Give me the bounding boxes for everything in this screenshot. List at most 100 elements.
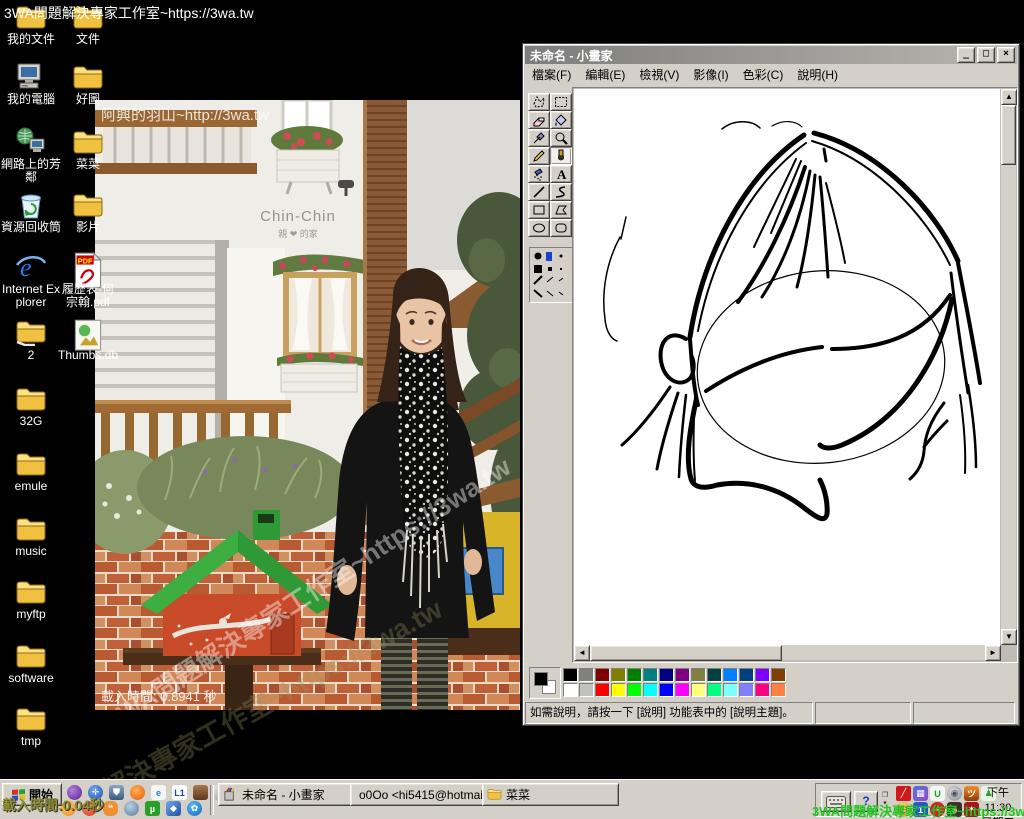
palette-color[interactable] bbox=[579, 683, 594, 697]
tool-magnifier[interactable] bbox=[550, 129, 572, 147]
tool-select[interactable] bbox=[550, 93, 572, 111]
chat-bubble-icon[interactable]: ❝ bbox=[103, 801, 118, 816]
palette-color[interactable] bbox=[579, 668, 594, 682]
tool-eraser[interactable] bbox=[528, 111, 550, 129]
hscroll-thumb[interactable] bbox=[590, 645, 782, 661]
photo-app-icon[interactable] bbox=[193, 785, 208, 800]
palette-color[interactable] bbox=[739, 683, 754, 697]
desktop-icon-folder[interactable]: tmp bbox=[0, 704, 62, 748]
desktop-icon-folder[interactable]: 32G bbox=[0, 384, 62, 428]
desktop-icon-folder-share[interactable]: 2 bbox=[0, 318, 62, 362]
desktop-icon-folder[interactable]: 菜菜 bbox=[57, 127, 119, 171]
menu-影像[interactable]: 影像(I) bbox=[686, 64, 735, 85]
speaker-icon[interactable]: ◉ bbox=[947, 786, 962, 801]
palette-color[interactable] bbox=[723, 683, 738, 697]
desktop-icon-computer[interactable]: 我的電腦 bbox=[0, 62, 62, 106]
minimize-button[interactable]: _ bbox=[957, 47, 975, 63]
cube-icon[interactable]: ◆ bbox=[166, 801, 181, 816]
chin-chin-sign-sub: 親 ❤ 的家 bbox=[278, 228, 318, 239]
scroll-left-icon[interactable]: ◄ bbox=[574, 645, 590, 661]
desktop-icon-pdf[interactable]: PDF履歷表-何宗翰.pdf bbox=[57, 252, 119, 309]
tool-pick-color[interactable] bbox=[528, 129, 550, 147]
desktop-icon-folder[interactable]: 影片 bbox=[57, 190, 119, 234]
palette-color[interactable] bbox=[595, 668, 610, 682]
tool-free-form-select[interactable] bbox=[528, 93, 550, 111]
menu-編輯[interactable]: 編輯(E) bbox=[578, 64, 632, 85]
palette-color[interactable] bbox=[659, 683, 674, 697]
palette-color[interactable] bbox=[723, 668, 738, 682]
palette-color[interactable] bbox=[691, 668, 706, 682]
palette-color[interactable] bbox=[659, 668, 674, 682]
scroll-down-icon[interactable]: ▼ bbox=[1001, 629, 1017, 645]
palette-color[interactable] bbox=[563, 683, 578, 697]
paint-title-bar[interactable]: 未命名 - 小畫家 _ □ × bbox=[525, 46, 1017, 64]
canvas-vscrollbar[interactable]: ▲ ▼ bbox=[1001, 89, 1016, 645]
tool-pencil[interactable] bbox=[528, 147, 550, 165]
taskbar-button-paint[interactable]: 未命名 - 小畫家 bbox=[218, 783, 355, 806]
palette-color[interactable] bbox=[563, 668, 578, 682]
palette-color[interactable] bbox=[675, 683, 690, 697]
current-colors[interactable] bbox=[529, 667, 561, 699]
desktop-icon-recycle[interactable]: 資源回收筒 bbox=[0, 190, 62, 234]
palette-color[interactable] bbox=[627, 668, 642, 682]
puzzle-icon[interactable]: ▦ bbox=[913, 786, 928, 801]
taskbar-button-messenger[interactable]: o0Oo <hi5415@hotmail.c... bbox=[350, 783, 487, 806]
tool-curve[interactable] bbox=[550, 183, 572, 201]
tool-polygon[interactable] bbox=[550, 201, 572, 219]
palette-color[interactable] bbox=[675, 668, 690, 682]
tool-fill-with-color[interactable] bbox=[550, 111, 572, 129]
tool-rounded-rectangle[interactable] bbox=[550, 219, 572, 237]
palette-color[interactable] bbox=[739, 668, 754, 682]
taskbar-button-folder[interactable]: 菜菜 bbox=[482, 783, 619, 806]
paint-canvas[interactable] bbox=[574, 89, 1000, 645]
desktop-icon-network[interactable]: 網路上的芳鄰 bbox=[0, 127, 62, 184]
palette-color[interactable] bbox=[771, 668, 786, 682]
scroll-up-icon[interactable]: ▲ bbox=[1001, 89, 1017, 105]
palette-color[interactable] bbox=[643, 668, 658, 682]
palette-color[interactable] bbox=[771, 683, 786, 697]
shield-icon[interactable]: ⛊ bbox=[109, 785, 124, 800]
desktop-icon-ie[interactable]: eInternet Explorer bbox=[0, 252, 62, 309]
menu-色彩[interactable]: 色彩(C) bbox=[736, 64, 791, 85]
messenger-icon[interactable]: ✿ bbox=[187, 801, 202, 816]
brush-size-options[interactable] bbox=[529, 247, 573, 303]
palette-color[interactable] bbox=[755, 683, 770, 697]
tool-text[interactable]: A bbox=[550, 165, 572, 183]
firefox-icon[interactable] bbox=[130, 785, 145, 800]
palette-color[interactable] bbox=[627, 683, 642, 697]
maximize-button[interactable]: □ bbox=[977, 47, 995, 63]
tool-line[interactable] bbox=[528, 183, 550, 201]
palette-color[interactable] bbox=[611, 683, 626, 697]
palette-color[interactable] bbox=[611, 668, 626, 682]
desktop-icon-folder[interactable]: myftp bbox=[0, 577, 62, 621]
tool-brush[interactable] bbox=[550, 147, 572, 165]
desktop-icon-folder[interactable]: 好圖 bbox=[57, 62, 119, 106]
antivirus-red-icon[interactable]: ╱ bbox=[896, 786, 911, 801]
globe-icon[interactable] bbox=[124, 801, 139, 816]
desktop-icon-folder[interactable]: emule bbox=[0, 449, 62, 493]
tool-ellipse[interactable] bbox=[528, 219, 550, 237]
menu-檢視[interactable]: 檢視(V) bbox=[632, 64, 686, 85]
tool-airbrush[interactable] bbox=[528, 165, 550, 183]
palette-color[interactable] bbox=[707, 683, 722, 697]
palette-color[interactable] bbox=[707, 668, 722, 682]
menu-檔案[interactable]: 檔案(F) bbox=[525, 64, 578, 85]
menu-說明[interactable]: 說明(H) bbox=[790, 64, 845, 85]
u-green-icon[interactable]: U bbox=[930, 786, 945, 801]
palette-color[interactable] bbox=[691, 683, 706, 697]
desktop-icon-thumbs[interactable]: Thumbs.db bbox=[57, 318, 119, 362]
utorrent-icon[interactable]: µ bbox=[145, 801, 160, 816]
desktop-icon-folder[interactable]: music bbox=[0, 514, 62, 558]
palette-color[interactable] bbox=[643, 683, 658, 697]
palette-color[interactable] bbox=[755, 668, 770, 682]
rounded-rectangle-icon bbox=[553, 220, 569, 236]
canvas-hscrollbar[interactable]: ◄ ► bbox=[574, 645, 1001, 660]
scroll-right-icon[interactable]: ► bbox=[985, 645, 1001, 661]
vscroll-thumb[interactable] bbox=[1001, 105, 1016, 165]
tool-rectangle[interactable] bbox=[528, 201, 550, 219]
l1-app-icon[interactable]: L1 bbox=[172, 785, 187, 800]
desktop-icon-folder[interactable]: software bbox=[0, 641, 62, 685]
close-button[interactable]: × bbox=[997, 47, 1015, 63]
palette-color[interactable] bbox=[595, 683, 610, 697]
internet-explorer-icon[interactable]: e bbox=[151, 785, 166, 800]
